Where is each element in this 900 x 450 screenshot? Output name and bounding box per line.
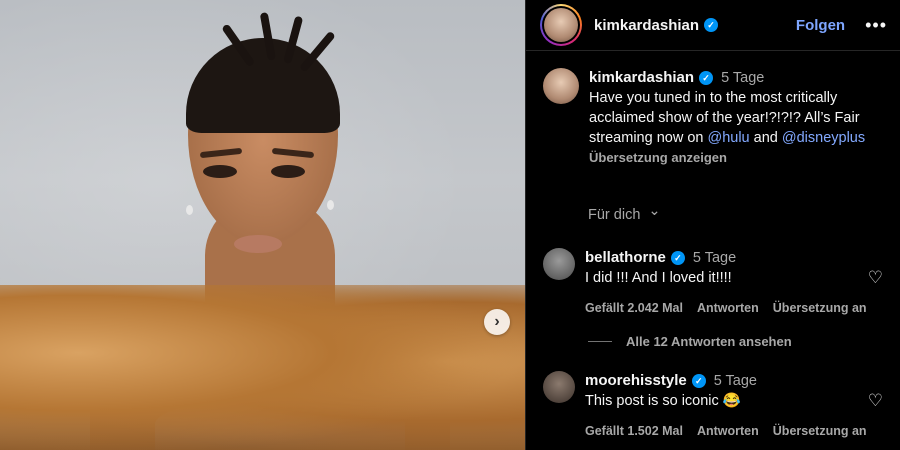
left-earring xyxy=(186,205,193,215)
next-image-button[interactable]: › xyxy=(484,309,510,335)
verified-icon: ✓ xyxy=(699,71,714,86)
chevron-down-icon: ⌄ xyxy=(648,203,661,219)
verified-icon: ✓ xyxy=(704,18,719,32)
post-image: › xyxy=(0,0,525,450)
comment-text: This post is so iconic 😂 xyxy=(585,393,741,409)
translate-link[interactable]: Übersetzung an xyxy=(773,421,867,441)
avatar xyxy=(544,8,578,42)
divider xyxy=(588,341,612,342)
story-ring[interactable] xyxy=(540,4,582,46)
fur-stole xyxy=(0,285,525,450)
commenter-username[interactable]: moorehisstyle xyxy=(585,372,687,389)
caption-text: Have you tuned in to the most critically… xyxy=(589,90,866,146)
comment-actions: Gefällt 1.502 Mal Antworten Übersetzung … xyxy=(585,421,900,441)
translate-link[interactable]: Übersetzung anzeigen xyxy=(589,148,893,168)
verified-icon: ✓ xyxy=(691,374,706,389)
caption-body: kimkardashian ✓ 5 Tage Have you tuned in t… xyxy=(589,68,893,168)
more-options-icon[interactable]: ••• xyxy=(865,15,887,36)
heart-icon[interactable]: ♡ xyxy=(868,268,883,288)
verified-icon: ✓ xyxy=(670,251,685,266)
caption-username[interactable]: kimkardashian xyxy=(589,69,694,86)
post-header: kimkardashian ✓ Folgen ••• xyxy=(526,0,900,51)
reply-button[interactable]: Antworten xyxy=(697,298,759,318)
mention-disneyplus[interactable]: @disneyplus xyxy=(782,130,865,146)
comment-text: I did !!! And I loved it!!!! xyxy=(585,270,732,286)
caption-avatar[interactable] xyxy=(543,68,579,104)
comment-time[interactable]: 5 Tage xyxy=(714,373,757,389)
caption: kimkardashian ✓ 5 Tage Have you tuned in t… xyxy=(543,68,893,168)
commenter-avatar[interactable] xyxy=(543,248,575,280)
comment: moorehisstyle ✓ 5 Tage This post is so ico… xyxy=(543,371,900,441)
lips xyxy=(234,235,282,253)
reply-button[interactable]: Antworten xyxy=(697,421,759,441)
heart-icon[interactable]: ♡ xyxy=(868,391,883,411)
header-username[interactable]: kimkardashian xyxy=(594,17,699,34)
comment-actions: Gefällt 2.042 Mal Antworten Übersetzung … xyxy=(585,298,900,318)
left-eye xyxy=(203,165,237,178)
likes-count[interactable]: Gefällt 2.042 Mal xyxy=(585,298,683,318)
hair-bun xyxy=(221,12,336,73)
view-replies-button[interactable]: Alle 12 Antworten ansehen xyxy=(588,334,792,349)
commenter-avatar[interactable] xyxy=(543,371,575,403)
mention-hulu[interactable]: @hulu xyxy=(707,130,749,146)
comment: bellathorne ✓ 5 Tage I did !!! And I loved… xyxy=(543,248,900,318)
caption-time[interactable]: 5 Tage xyxy=(721,70,764,86)
comment-time[interactable]: 5 Tage xyxy=(693,250,736,266)
post-sidebar: kimkardashian ✓ Folgen ••• kimkardashian… xyxy=(525,0,900,450)
right-eye xyxy=(271,165,305,178)
translate-link[interactable]: Übersetzung an xyxy=(773,298,867,318)
commenter-username[interactable]: bellathorne xyxy=(585,249,666,266)
follow-button[interactable]: Folgen xyxy=(796,17,845,34)
likes-count[interactable]: Gefällt 1.502 Mal xyxy=(585,421,683,441)
right-earring xyxy=(327,200,334,210)
for-you-dropdown[interactable]: Für dich ⌄ xyxy=(588,203,661,223)
